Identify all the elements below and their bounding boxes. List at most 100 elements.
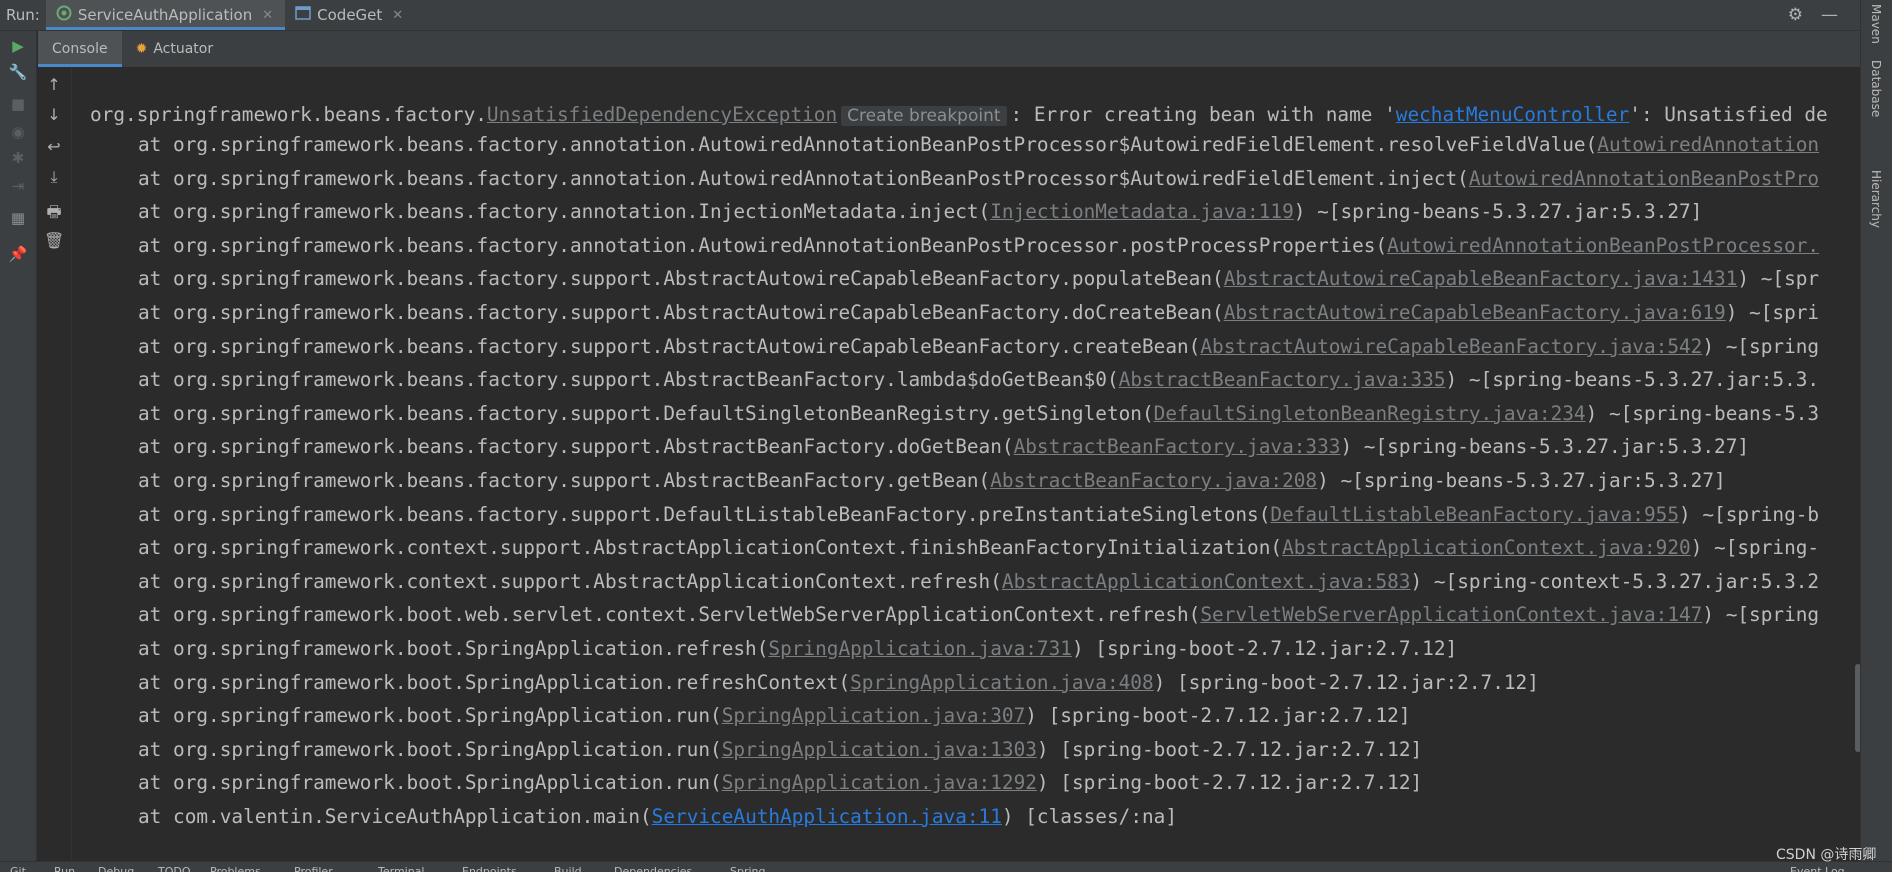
source-file-link[interactable]: AbstractApplicationContext.java:920	[1282, 536, 1691, 559]
source-file-link[interactable]: DefaultListableBeanFactory.java:955	[1270, 503, 1679, 526]
stack-frame-text: at org.springframework.beans.factory.sup…	[138, 502, 1271, 526]
stack-trace-line: at org.springframework.boot.SpringApplic…	[90, 735, 1422, 765]
camera-icon[interactable]: ◉	[8, 123, 28, 143]
source-file-link[interactable]: SpringApplication.java:408	[850, 671, 1154, 694]
bug-icon[interactable]: ✱	[8, 149, 28, 169]
run-tab-codeget[interactable]: CodeGet ✕	[285, 0, 415, 30]
exception-message: : Error creating bean with name '	[1010, 103, 1396, 126]
source-file-link[interactable]: ServiceAuthApplication.java:11	[652, 805, 1002, 828]
source-file-link[interactable]: AbstractApplicationContext.java:583	[1002, 570, 1411, 593]
close-icon[interactable]: ✕	[262, 8, 273, 23]
stack-trace-line: at org.springframework.boot.SpringApplic…	[90, 634, 1457, 664]
stack-trace-line: at com.valentin.ServiceAuthApplication.m…	[90, 802, 1177, 832]
bean-name-link[interactable]: wechatMenuController	[1396, 103, 1629, 126]
tab-actuator-label: Actuator	[153, 41, 214, 57]
stack-frame-text: at org.springframework.beans.factory.sup…	[138, 469, 991, 492]
source-file-link[interactable]: AbstractAutowireCapableBeanFactory.java:…	[1224, 267, 1738, 290]
scroll-to-end-icon[interactable]: ⤓	[44, 167, 64, 187]
console-output[interactable]: org.springframework.beans.factory.Unsati…	[72, 67, 1860, 861]
source-file-link[interactable]: AutowiredAnnotationBeanPostProcessor.	[1387, 234, 1819, 257]
arrow-up-icon[interactable]: ↑	[44, 75, 64, 95]
stack-frame-suffix: ) ~[spring	[1702, 603, 1820, 627]
stack-frame-suffix: ) ~[spring-	[1690, 536, 1820, 560]
stack-trace-line: at org.springframework.beans.factory.ann…	[90, 197, 1702, 227]
hierarchy-tab[interactable]: Hierarchy	[1869, 170, 1883, 228]
print-icon[interactable]: 🖶	[44, 201, 64, 221]
stack-trace-line: at org.springframework.beans.factory.ann…	[90, 130, 1819, 160]
source-file-link[interactable]: AbstractBeanFactory.java:333	[1014, 435, 1341, 458]
source-file-link[interactable]: SpringApplication.java:731	[768, 637, 1072, 660]
source-file-link[interactable]: DefaultSingletonBeanRegistry.java:234	[1154, 402, 1586, 425]
source-file-link[interactable]: AutowiredAnnotationBeanPostPro	[1469, 167, 1819, 190]
run-tab-label: ServiceAuthApplication	[77, 6, 253, 24]
stack-frame-suffix: ) [spring-boot-2.7.12.jar:2.7.12]	[1153, 670, 1539, 694]
stack-trace-line: at org.springframework.beans.factory.sup…	[90, 500, 1819, 530]
run-tab-service-auth[interactable]: ServiceAuthApplication ✕	[45, 0, 286, 30]
stack-frame-text: at org.springframework.boot.web.servlet.…	[138, 603, 1201, 627]
stack-frame-text: at com.valentin.ServiceAuthApplication.m…	[138, 805, 652, 828]
tab-console[interactable]: Console	[38, 31, 122, 67]
actuator-icon: ✹	[135, 41, 148, 57]
stack-trace-line: at org.springframework.beans.factory.sup…	[90, 399, 1819, 429]
stop-icon[interactable]: ■	[8, 95, 28, 115]
stack-trace-line: at org.springframework.beans.factory.sup…	[90, 264, 1819, 294]
stack-trace-line: at org.springframework.boot.SpringApplic…	[90, 768, 1422, 798]
source-file-link[interactable]: AbstractAutowireCapableBeanFactory.java:…	[1224, 301, 1726, 324]
stack-frame-text: at org.springframework.beans.factory.ann…	[138, 166, 1469, 190]
source-file-link[interactable]: SpringApplication.java:1303	[722, 738, 1037, 761]
stack-trace-line: at org.springframework.boot.SpringApplic…	[90, 668, 1539, 698]
source-file-link[interactable]: InjectionMetadata.java:119	[990, 200, 1294, 223]
source-file-link[interactable]: AutowiredAnnotation	[1597, 133, 1819, 156]
wrench-icon[interactable]: 🔧	[8, 63, 28, 83]
stack-frame-suffix: ) ~[spr	[1737, 267, 1820, 291]
stack-frame-suffix: ) ~[spring-beans-5.3.27.jar:5.3.27]	[1293, 200, 1703, 224]
exit-icon[interactable]: ⇥	[8, 177, 28, 197]
stack-frame-text: at org.springframework.boot.SpringApplic…	[138, 737, 722, 761]
stack-frame-text: at org.springframework.beans.factory.ann…	[138, 233, 1388, 257]
stack-frame-suffix: ) ~[spring-beans-5.3.27.jar:5.3.	[1445, 368, 1820, 392]
source-file-link[interactable]: ServletWebServerApplicationContext.java:…	[1200, 603, 1702, 626]
exception-class-link[interactable]: UnsatisfiedDependencyException	[487, 103, 837, 126]
exception-suffix: ': Unsatisfied de	[1629, 103, 1828, 126]
stack-trace-line: at org.springframework.boot.SpringApplic…	[90, 701, 1411, 731]
rerun-icon[interactable]: ▶	[8, 37, 28, 57]
bottom-tool-bar: Git Run Debug TODO Problems Profiler Terminal E…	[0, 861, 1892, 872]
stack-frame-text: at org.springframework.context.support.A…	[138, 569, 1002, 593]
application-icon	[295, 6, 311, 24]
run-subtabs: Console ✹ Actuator	[38, 31, 1860, 67]
database-tab[interactable]: Database	[1869, 60, 1883, 117]
stack-frame-suffix: ) [classes/:na]	[1001, 805, 1178, 828]
source-file-link[interactable]: SpringApplication.java:307	[722, 704, 1026, 727]
stack-frame-suffix: ) ~[spring-context-5.3.27.jar:5.3.2	[1410, 569, 1820, 593]
maven-tab[interactable]: Maven	[1869, 4, 1883, 44]
source-file-link[interactable]: AbstractBeanFactory.java:335	[1119, 368, 1446, 391]
stack-frame-text: at org.springframework.beans.factory.sup…	[138, 334, 1201, 358]
pin-icon[interactable]: 📌	[8, 245, 28, 265]
tab-console-label: Console	[52, 41, 108, 57]
create-breakpoint-tooltip[interactable]: Create breakpoint	[841, 106, 1007, 126]
stack-frame-suffix: ) ~[spri	[1725, 301, 1820, 324]
tab-actuator[interactable]: ✹ Actuator	[122, 31, 228, 67]
close-icon[interactable]: ✕	[392, 8, 403, 23]
stack-frame-suffix: ) [spring-boot-2.7.12.jar:2.7.12]	[1036, 771, 1423, 795]
stack-frame-suffix: ) ~[spring-beans-5.3.27.jar:5.3.27]	[1317, 469, 1726, 492]
source-file-link[interactable]: SpringApplication.java:1292	[722, 771, 1037, 794]
source-file-link[interactable]: AbstractAutowireCapableBeanFactory.java:…	[1200, 335, 1702, 358]
gear-icon[interactable]: ⚙	[1788, 5, 1803, 25]
stack-trace-line: at org.springframework.context.support.A…	[90, 567, 1819, 597]
stack-frame-text: at org.springframework.beans.factory.ann…	[138, 200, 991, 224]
source-file-link[interactable]: AbstractBeanFactory.java:208	[990, 469, 1317, 492]
stack-frame-text: at org.springframework.beans.factory.ann…	[138, 133, 1598, 156]
stack-frame-suffix: ) [spring-boot-2.7.12.jar:2.7.12]	[1071, 637, 1458, 660]
stack-trace-line: at org.springframework.context.support.A…	[90, 533, 1819, 563]
arrow-down-icon[interactable]: ↓	[44, 105, 64, 125]
trash-icon[interactable]: 🗑	[44, 231, 64, 251]
right-tool-stripe: Maven Database Hierarchy	[1860, 0, 1892, 861]
layout-icon[interactable]: ▦	[8, 209, 28, 229]
minimize-icon[interactable]: —	[1821, 5, 1838, 25]
stack-frame-text: at org.springframework.beans.factory.sup…	[138, 435, 1014, 459]
soft-wrap-icon[interactable]: ↩	[44, 137, 64, 157]
stack-trace-line: at org.springframework.beans.factory.sup…	[90, 332, 1819, 362]
console-toolbar: ↑ ↓ ↩ ⤓ 🖶 🗑	[37, 67, 72, 861]
spring-boot-icon	[56, 5, 72, 25]
